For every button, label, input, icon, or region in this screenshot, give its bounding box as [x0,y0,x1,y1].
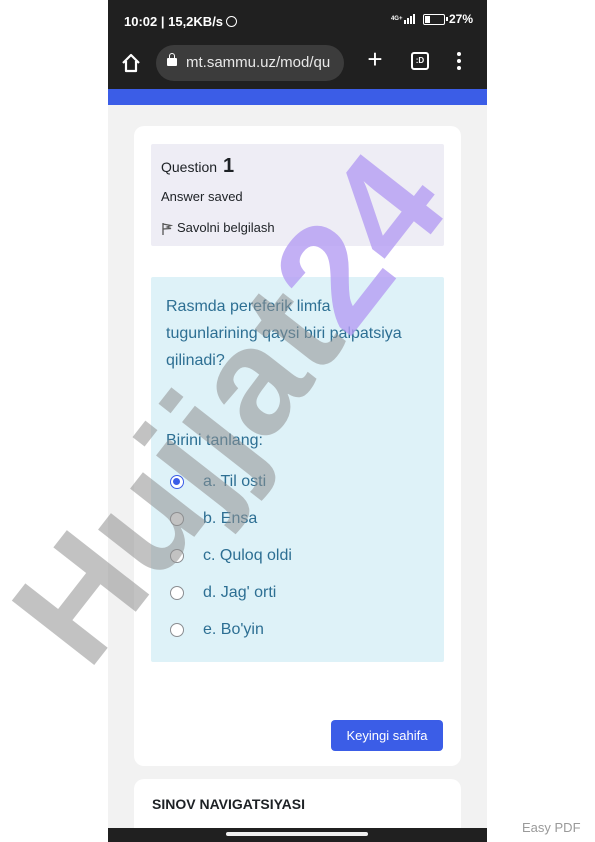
answer-option-e[interactable]: e. Bo'yin [170,611,430,648]
gesture-bar [108,828,487,842]
question-info-box: Question 1 Answer saved Savolni belgilas… [151,144,444,246]
answer-label: e. Bo'yin [203,620,264,638]
flag-icon [162,223,173,235]
status-bar: 10:02 | 15,2KB/s 4G+ 27% [108,0,487,42]
question-card: Question 1 Answer saved Savolni belgilas… [134,126,461,766]
answer-radio[interactable] [170,585,184,600]
answer-list: a. Til osti b. Ensa c. Quloq oldi d. Jag… [170,463,430,648]
new-tab-icon[interactable]: + [364,46,386,72]
answer-prompt: Birini tanlang: [166,432,263,449]
question-state: Answer saved [161,189,243,204]
address-bar[interactable]: mt.sammu.uz/mod/qu [156,45,344,81]
answer-option-a[interactable]: a. Til osti [170,463,430,500]
status-time: 10:02 | 15,2KB/s [124,14,238,29]
site-header-bar [108,89,487,105]
answer-option-d[interactable]: d. Jag' orti [170,574,430,611]
battery-icon [422,13,448,25]
battery-percent: 27% [448,12,473,26]
question-number: 1 [222,155,235,177]
answer-radio[interactable] [170,622,184,637]
answer-radio[interactable] [170,511,184,526]
question-text: Rasmda pereferik limfa tugunlarining qay… [166,298,402,369]
answer-label: a. Til osti [203,472,267,490]
answer-radio[interactable] [170,474,184,489]
more-menu-icon[interactable] [456,52,462,70]
next-page-button[interactable]: Keyingi sahifa [331,720,443,751]
status-indicators: 4G+ 27% [391,12,473,26]
answer-label: b. Ensa [203,509,258,527]
flag-question-link[interactable]: Savolni belgilash [161,218,275,236]
answer-label: c. Quloq oldi [203,546,292,564]
battery-fill [424,15,430,23]
url-text: mt.sammu.uz/mod/qu [186,54,331,71]
flag-label: Savolni belgilash [177,219,275,235]
home-icon[interactable] [120,52,142,74]
pdf-footer-label: Easy PDF [522,820,581,835]
lock-icon [167,53,177,66]
alarm-icon [226,16,238,27]
tabs-icon[interactable]: :D [411,52,429,70]
answer-radio[interactable] [170,548,184,563]
home-gesture-handle[interactable] [226,832,368,836]
browser-toolbar: mt.sammu.uz/mod/qu + :D [108,42,487,89]
answer-option-b[interactable]: b. Ensa [170,500,430,537]
answer-option-c[interactable]: c. Quloq oldi [170,537,430,574]
phone-screen: 10:02 | 15,2KB/s 4G+ 27% mt.sammu.uz/mod… [108,0,487,842]
question-heading: Question 1 [161,155,235,177]
signal-icon [403,14,415,24]
quiz-navigation-title: SINOV NAVIGATSIYASI [152,796,305,812]
answer-label: d. Jag' orti [203,583,277,601]
network-label: 4G+ [390,15,403,22]
question-content-box: Rasmda pereferik limfa tugunlarining qay… [151,277,444,662]
